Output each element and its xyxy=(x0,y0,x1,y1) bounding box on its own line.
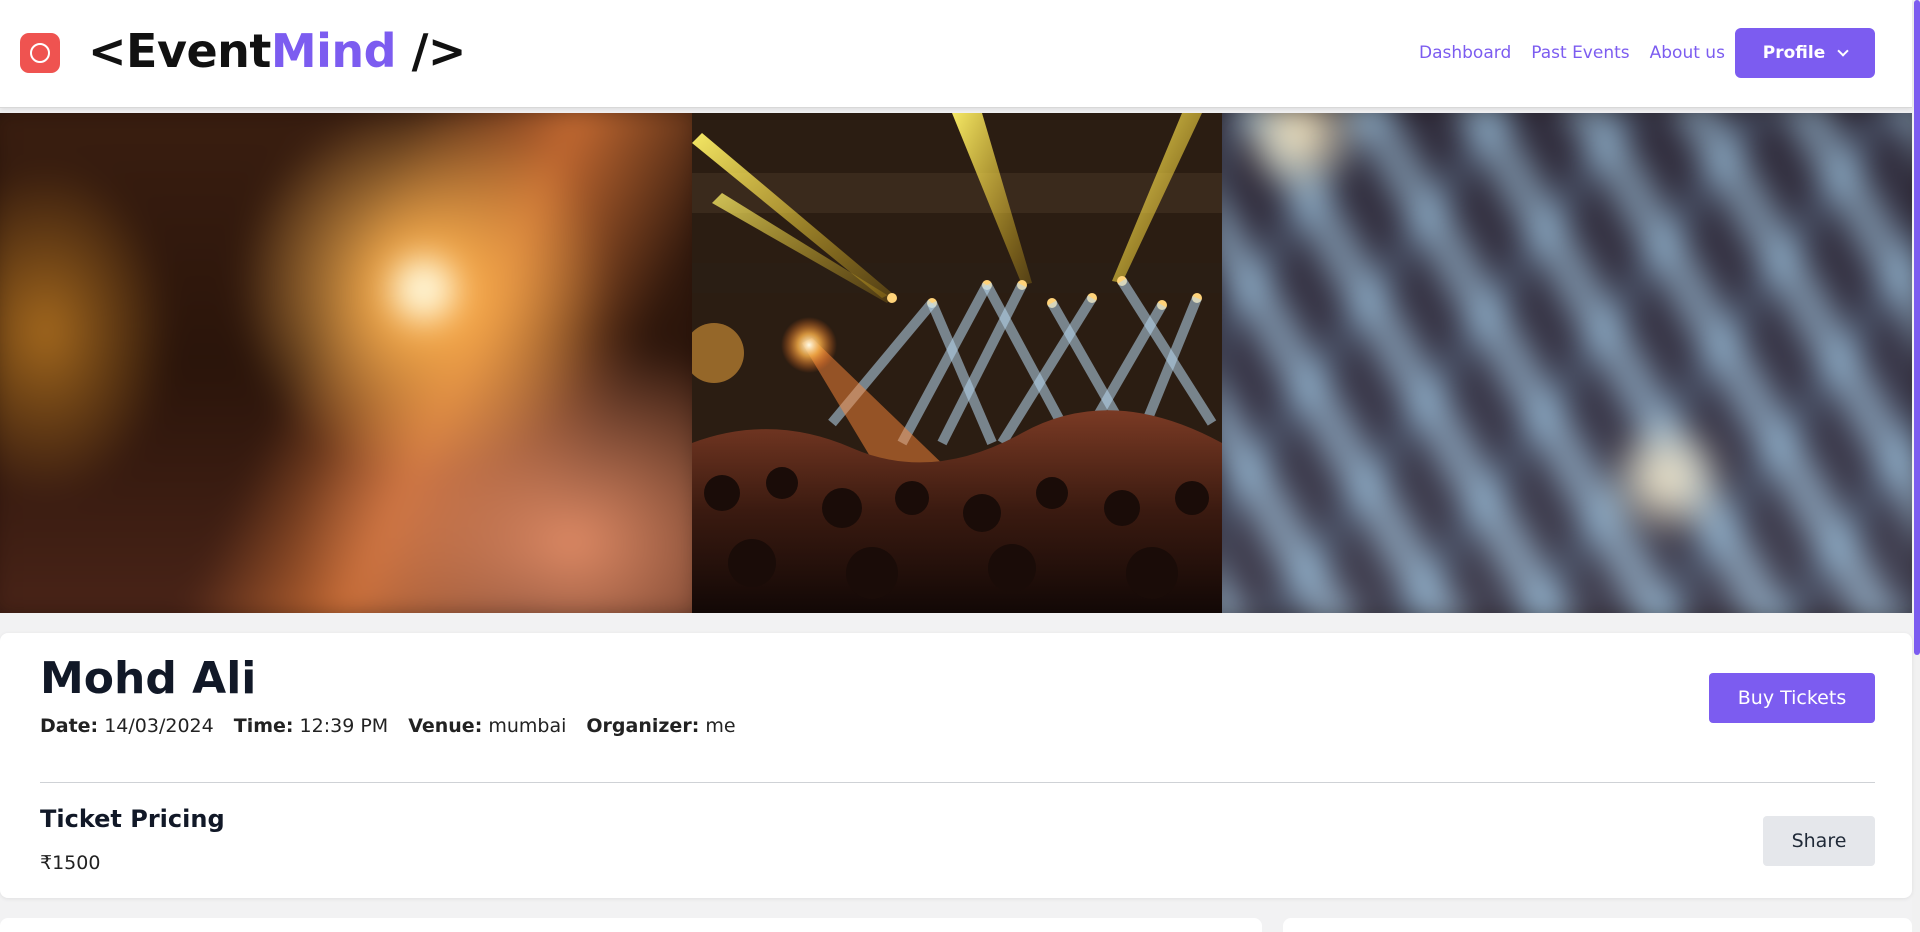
venue-value: mumbai xyxy=(488,715,567,737)
buy-tickets-button[interactable]: Buy Tickets xyxy=(1709,673,1875,723)
scrollbar-thumb[interactable] xyxy=(1914,0,1920,655)
logo-prefix: <Event xyxy=(88,24,271,78)
event-organizer: Organizer: me xyxy=(586,715,735,737)
nav-link-dashboard[interactable]: Dashboard xyxy=(1419,43,1511,63)
time-value: 12:39 PM xyxy=(299,715,389,737)
time-label: Time: xyxy=(233,715,294,737)
date-label: Date: xyxy=(40,715,99,737)
hero-concert-image xyxy=(692,113,1222,613)
ticket-price: ₹1500 xyxy=(40,852,101,874)
logo-icon[interactable] xyxy=(20,33,60,73)
lower-content-card-right xyxy=(1283,918,1912,932)
logo-accent: Mind xyxy=(270,24,397,78)
share-button[interactable]: Share xyxy=(1763,816,1875,866)
organizer-label: Organizer: xyxy=(586,715,700,737)
event-time: Time: 12:39 PM xyxy=(234,715,388,737)
profile-label: Profile xyxy=(1762,43,1826,63)
lower-content-card-left xyxy=(0,918,1262,932)
hero-blurred-right-image xyxy=(1204,113,1912,613)
nav-link-past-events[interactable]: Past Events xyxy=(1531,43,1629,63)
scrollbar-track[interactable] xyxy=(1912,0,1920,932)
event-meta: Date: 14/03/2024 Time: 12:39 PM Venue: m… xyxy=(40,715,736,737)
nav-link-about-us[interactable]: About us xyxy=(1650,43,1725,63)
date-value: 14/03/2024 xyxy=(104,715,214,737)
organizer-value: me xyxy=(705,715,736,737)
event-hero-banner xyxy=(0,113,1912,613)
site-logo[interactable]: <EventMind /> xyxy=(88,24,466,78)
logo-ring-icon xyxy=(30,43,50,63)
profile-dropdown-button[interactable]: Profile xyxy=(1735,28,1875,78)
event-date: Date: 14/03/2024 xyxy=(40,715,214,737)
section-divider xyxy=(40,782,1875,783)
event-venue: Venue: mumbai xyxy=(408,715,566,737)
hero-blurred-left-image xyxy=(0,113,710,613)
venue-label: Venue: xyxy=(408,715,483,737)
ticket-pricing-heading: Ticket Pricing xyxy=(40,805,225,833)
event-details-card: Mohd Ali Date: 14/03/2024 Time: 12:39 PM… xyxy=(0,633,1912,898)
logo-suffix: /> xyxy=(396,24,467,78)
main-nav: Dashboard Past Events About us xyxy=(1419,43,1725,63)
top-navbar: <EventMind /> Dashboard Past Events Abou… xyxy=(0,0,1912,108)
chevron-down-icon xyxy=(1837,44,1849,57)
event-title: Mohd Ali xyxy=(40,653,257,704)
